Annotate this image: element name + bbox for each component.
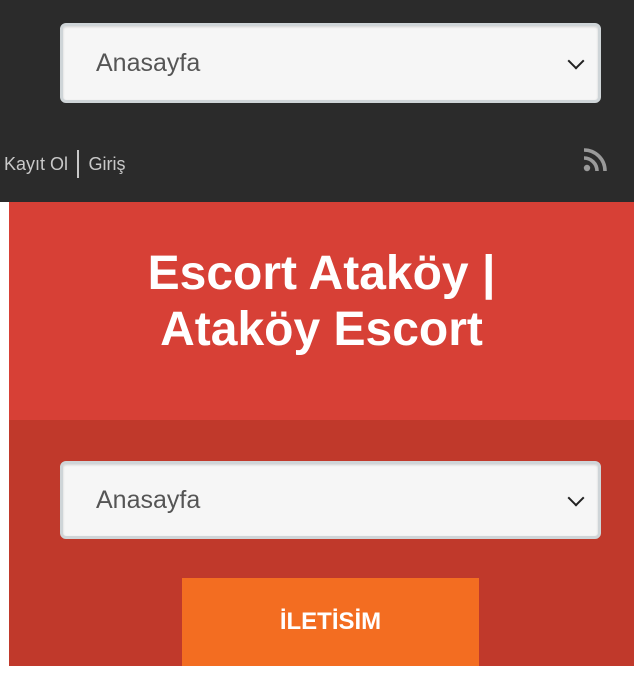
site-title[interactable]: Escort Ataköy | Ataköy Escort [9, 246, 634, 358]
register-link[interactable]: Kayıt Ol [4, 154, 68, 175]
top-nav-select-value: Anasayfa [96, 48, 201, 77]
site-header: Escort Ataköy | Ataköy Escort [9, 202, 634, 420]
site-title-line-1: Escort Ataköy | [147, 247, 496, 300]
page: Anasayfa Kayıt Ol Giriş Escort Ataköy | … [0, 0, 639, 684]
user-links: Kayıt Ol Giriş [4, 150, 126, 178]
menu-select[interactable]: Anasayfa [60, 461, 601, 539]
menu-select-value: Anasayfa [96, 485, 201, 514]
contact-button[interactable]: İLETİSİM [182, 578, 479, 666]
link-separator [77, 150, 79, 178]
top-nav-select[interactable]: Anasayfa [60, 23, 601, 103]
chevron-down-icon [567, 489, 585, 507]
chevron-down-icon [567, 52, 585, 70]
login-link[interactable]: Giriş [89, 154, 126, 175]
menu-area: Anasayfa İLETİSİM [9, 420, 634, 666]
site-title-line-2: Ataköy Escort [160, 303, 483, 356]
rss-icon[interactable] [582, 147, 608, 173]
top-bar: Anasayfa Kayıt Ol Giriş [0, 0, 634, 202]
